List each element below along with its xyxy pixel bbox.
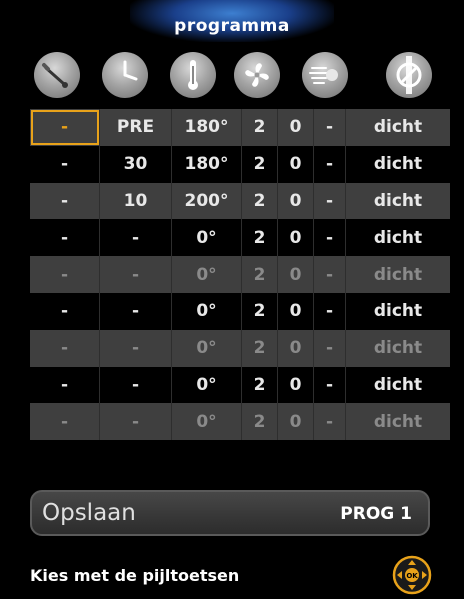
nav-ok-icon[interactable]: OK bbox=[392, 555, 432, 595]
table-cell[interactable]: dicht bbox=[346, 256, 450, 293]
table-cell[interactable]: 2 bbox=[242, 182, 278, 220]
table-cell[interactable]: dicht bbox=[346, 330, 450, 367]
steam-icon bbox=[302, 52, 348, 98]
table-cell[interactable]: - bbox=[314, 145, 346, 183]
table-cell[interactable]: - bbox=[30, 366, 100, 404]
table-cell[interactable]: - bbox=[30, 256, 100, 293]
table-cell[interactable]: 0° bbox=[172, 329, 242, 367]
table-row[interactable]: -10 200° 2 0- dicht bbox=[30, 182, 450, 220]
table-cell[interactable]: dicht bbox=[346, 109, 450, 146]
table-cell[interactable]: - bbox=[30, 403, 100, 441]
table-cell[interactable]: - bbox=[314, 256, 346, 293]
table-cell[interactable]: 2 bbox=[242, 366, 278, 404]
table-cell[interactable]: 2 bbox=[242, 145, 278, 183]
thermometer-icon bbox=[170, 52, 216, 98]
table-cell[interactable]: 2 bbox=[242, 219, 278, 257]
table-cell[interactable]: - bbox=[30, 292, 100, 330]
save-bar[interactable]: Opslaan PROG 1 bbox=[30, 490, 430, 536]
table-cell[interactable]: - bbox=[314, 366, 346, 404]
table-cell[interactable]: 2 bbox=[242, 109, 278, 146]
vent-valve-icon bbox=[386, 52, 432, 98]
table-row[interactable]: - -0° 2 0- dicht bbox=[30, 292, 450, 330]
table-cell[interactable]: 0 bbox=[278, 219, 314, 257]
table-cell[interactable]: 0° bbox=[172, 219, 242, 257]
program-label: PROG 1 bbox=[340, 504, 412, 524]
table-cell[interactable]: dicht bbox=[346, 146, 450, 183]
table-cell[interactable]: 0 bbox=[278, 292, 314, 330]
table-cell[interactable]: - bbox=[100, 329, 172, 367]
table-row[interactable]: - -0° 2 0- dicht bbox=[30, 219, 450, 257]
save-button[interactable]: Opslaan bbox=[42, 500, 136, 526]
table-cell[interactable]: 0 bbox=[278, 182, 314, 220]
table-cell[interactable]: - bbox=[30, 145, 100, 183]
table-row[interactable]: - -0° 2 0- dicht bbox=[30, 329, 450, 367]
table-cell[interactable]: dicht bbox=[346, 367, 450, 404]
table-cell[interactable]: - bbox=[314, 292, 346, 330]
table-cell[interactable]: dicht bbox=[346, 183, 450, 220]
program-editor-screen: programma - PRE 180° 2 0- dicht -30 180° 2 0- dich… bbox=[0, 0, 464, 599]
table-cell[interactable]: 2 bbox=[242, 292, 278, 330]
table-cell[interactable]: 2 bbox=[242, 329, 278, 367]
hint-text: Kies met de pijltoetsen bbox=[30, 566, 240, 585]
table-cell[interactable]: 0° bbox=[172, 256, 242, 293]
table-cell[interactable]: 180° bbox=[172, 109, 242, 146]
clock-icon bbox=[102, 52, 148, 98]
table-cell[interactable]: 30 bbox=[100, 145, 172, 183]
table-row[interactable]: - -0° 2 0- dicht bbox=[30, 256, 450, 293]
table-cell[interactable]: - bbox=[30, 182, 100, 220]
column-icons bbox=[30, 48, 450, 108]
table-cell[interactable]: dicht bbox=[346, 219, 450, 256]
table-cell[interactable]: - bbox=[314, 403, 346, 441]
table-cell[interactable]: 0 bbox=[278, 366, 314, 404]
table-cell[interactable]: 0° bbox=[172, 292, 242, 330]
table-cell[interactable]: 200° bbox=[172, 182, 242, 220]
table-cell[interactable]: 0 bbox=[278, 145, 314, 183]
table-cell[interactable]: dicht bbox=[346, 403, 450, 440]
table-cell[interactable]: 2 bbox=[242, 403, 278, 441]
table-row[interactable]: - PRE 180° 2 0- dicht bbox=[30, 109, 450, 146]
nav-ok-label: OK bbox=[406, 572, 418, 580]
table-cell[interactable]: - bbox=[100, 256, 172, 293]
table-cell[interactable]: 0 bbox=[278, 109, 314, 146]
table-cell[interactable]: - bbox=[314, 109, 346, 146]
table-cell[interactable]: - bbox=[314, 182, 346, 220]
table-cell[interactable]: 0° bbox=[172, 366, 242, 404]
table-cell[interactable]: 0° bbox=[172, 403, 242, 441]
table-cell[interactable]: 180° bbox=[172, 145, 242, 183]
table-cell[interactable]: - bbox=[100, 292, 172, 330]
table-row[interactable]: -30 180° 2 0- dicht bbox=[30, 145, 450, 183]
table-cell[interactable]: 2 bbox=[242, 256, 278, 293]
table-row[interactable]: - -0° 2 0- dicht bbox=[30, 366, 450, 404]
table-cell[interactable]: - bbox=[30, 329, 100, 367]
meat-probe-icon bbox=[34, 52, 80, 98]
table-cell[interactable]: 0 bbox=[278, 403, 314, 441]
table-cell[interactable]: 0 bbox=[278, 329, 314, 367]
fan-icon bbox=[234, 52, 280, 98]
table-cell[interactable]: PRE bbox=[100, 109, 172, 146]
table-cell[interactable]: - bbox=[314, 329, 346, 367]
title-bar: programma bbox=[0, 0, 464, 48]
page-title: programma bbox=[174, 16, 290, 36]
table-cell[interactable]: 0 bbox=[278, 256, 314, 293]
table-cell[interactable]: - bbox=[100, 366, 172, 404]
table-cell[interactable]: dicht bbox=[346, 293, 450, 330]
table-cell[interactable]: - bbox=[30, 109, 100, 146]
table-cell[interactable]: - bbox=[314, 219, 346, 257]
program-table: - PRE 180° 2 0- dicht -30 180° 2 0- dicht -10 200° 2 0… bbox=[30, 109, 450, 441]
table-cell[interactable]: 10 bbox=[100, 182, 172, 220]
table-cell[interactable]: - bbox=[30, 219, 100, 257]
table-cell[interactable]: - bbox=[100, 403, 172, 441]
table-cell[interactable]: - bbox=[100, 219, 172, 257]
table-row[interactable]: - -0° 2 0- dicht bbox=[30, 403, 450, 441]
